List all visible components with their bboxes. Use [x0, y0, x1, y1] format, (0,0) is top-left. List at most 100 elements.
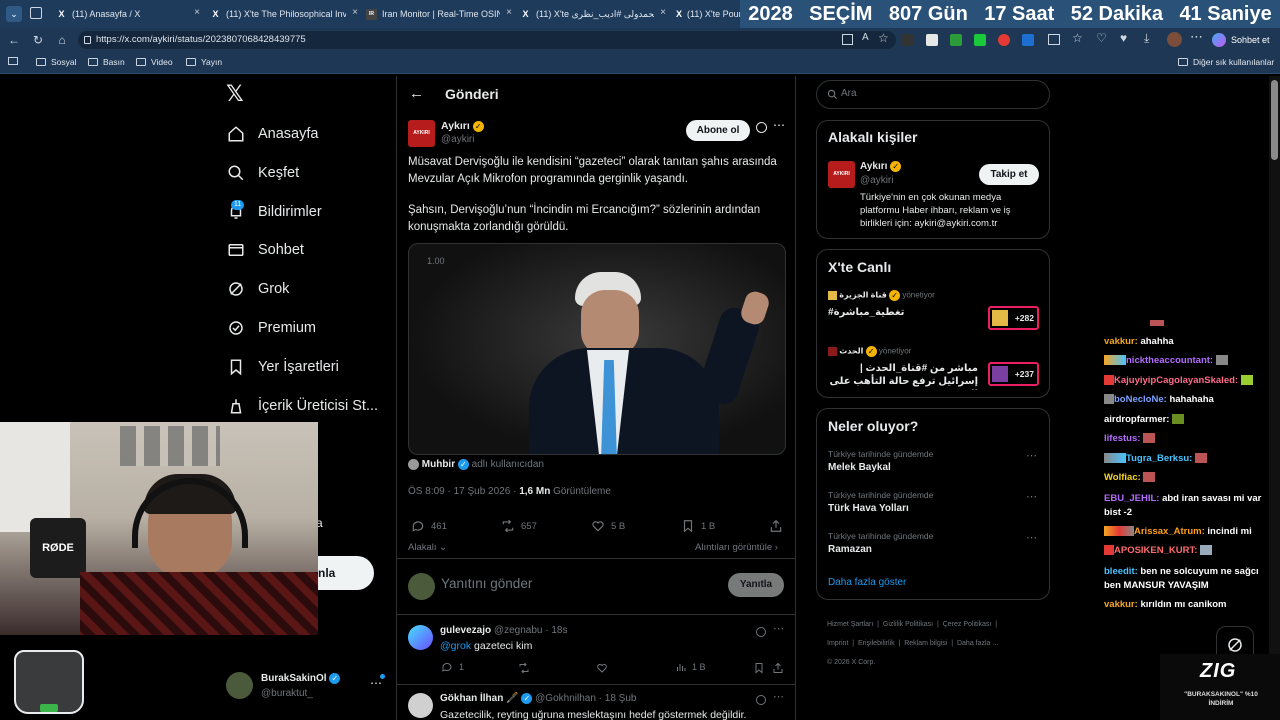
- favorites-icon[interactable]: ☆: [1072, 31, 1083, 45]
- trend-item[interactable]: Türkiye tarihinde gündemde Türk Hava Yol…: [828, 490, 1040, 524]
- search-input[interactable]: Ara: [816, 80, 1050, 109]
- browser-tab[interactable]: X (11) Anasayfa / X ×: [56, 4, 202, 24]
- split-screen-icon[interactable]: [1048, 34, 1060, 45]
- bookmarks-menu-icon[interactable]: [8, 57, 18, 65]
- follow-button[interactable]: Takip et: [979, 164, 1039, 185]
- close-tab-icon[interactable]: ×: [352, 7, 358, 18]
- more-options-icon[interactable]: ⋯: [1026, 531, 1037, 544]
- views-action[interactable]: 1 B: [675, 661, 706, 673]
- nav-item-home[interactable]: Anasayfa: [226, 120, 318, 148]
- repost-action[interactable]: 657: [501, 519, 537, 533]
- related-name-row[interactable]: Aykırı ✓: [860, 161, 902, 172]
- copilot-button[interactable]: Sohbet et: [1212, 31, 1270, 49]
- profile-avatar[interactable]: [1167, 32, 1182, 47]
- browser-tab[interactable]: IR Iran Monitor | Real-Time OSINT D ×: [366, 4, 514, 24]
- reply-button[interactable]: Yanıtla: [728, 573, 784, 597]
- heart-icon[interactable]: [596, 661, 608, 679]
- footer-link[interactable]: Gizlilik Politikası: [883, 621, 933, 628]
- bookmark-folder-yayin[interactable]: Yayın: [186, 57, 222, 67]
- related-avatar[interactable]: AYKIRI: [828, 161, 855, 188]
- workspaces-icon[interactable]: [30, 7, 42, 19]
- more-icon[interactable]: ⋯: [1190, 29, 1203, 45]
- author-avatar[interactable]: AYKIRI: [408, 120, 435, 147]
- playback-speed[interactable]: 1.00: [427, 256, 445, 266]
- x-logo-icon[interactable]: 𝕏: [226, 83, 246, 105]
- account-switcher[interactable]: BurakSakinOl ✓ @buraktut_ ⋯: [226, 670, 386, 704]
- grok-icon[interactable]: [756, 627, 766, 637]
- nav-item-bookmarks[interactable]: Yer İşaretleri: [226, 353, 339, 381]
- extension-icon[interactable]: [998, 34, 1010, 46]
- post-time[interactable]: ÖS 8:09 · 17 Şub 2026 ·: [408, 486, 516, 497]
- live-space-item[interactable]: قناة الجزيرة ✓ yönetiyor #تغطية_مباشرة +…: [828, 290, 1040, 334]
- view-quotes-link[interactable]: Alıntıları görüntüle ›: [695, 542, 778, 553]
- url-field[interactable]: https://x.com/aykiri/status/202380706842…: [78, 31, 896, 49]
- favorite-star-icon[interactable]: ☆: [878, 31, 889, 45]
- nav-item-grok[interactable]: Grok: [226, 275, 289, 303]
- video-source-row[interactable]: Muhbir ✓ adlı kullanıcıdan: [408, 459, 544, 470]
- bookmark-action[interactable]: 1 B: [681, 519, 715, 533]
- other-bookmarks[interactable]: Diğer sık kullanılanlar: [1178, 57, 1274, 67]
- reply-action[interactable]: 461: [411, 519, 447, 533]
- extension-icon[interactable]: [902, 34, 914, 46]
- close-tab-icon[interactable]: ×: [660, 7, 666, 18]
- footer-link[interactable]: Erişilebilirlik: [858, 640, 895, 647]
- share-icon[interactable]: [769, 519, 783, 538]
- more-options-icon[interactable]: ⋯: [773, 690, 784, 703]
- bookmark-folder-video[interactable]: Video: [136, 57, 173, 67]
- extension-icon[interactable]: [926, 34, 938, 46]
- author-handle[interactable]: @aykiri: [441, 134, 475, 145]
- reply-input[interactable]: Yanıtını gönder: [441, 576, 671, 596]
- author-name-row[interactable]: Aykırı ✓: [441, 120, 484, 132]
- browser-tab[interactable]: X (11) X'te The Philosophical Invest ×: [210, 4, 360, 24]
- footer-link[interactable]: Çerez Politikası: [943, 621, 992, 628]
- more-options-icon[interactable]: ⋯: [1026, 490, 1037, 503]
- nav-item-chat[interactable]: Sohbet: [226, 236, 304, 264]
- footer-link[interactable]: Daha fazla ...: [957, 640, 998, 647]
- refresh-icon[interactable]: ↻: [30, 32, 46, 48]
- repost-icon[interactable]: [518, 661, 530, 679]
- more-options-icon[interactable]: ⋯: [773, 118, 785, 132]
- read-aloud-icon[interactable]: A: [862, 32, 869, 43]
- lock-icon[interactable]: [84, 36, 91, 44]
- footer-link[interactable]: Imprint: [827, 640, 848, 647]
- bookmark-folder-sosyal[interactable]: Sosyal: [36, 57, 77, 67]
- nav-item-creator-studio[interactable]: İçerik Üreticisi St...: [226, 392, 378, 420]
- performance-icon[interactable]: ♥: [1120, 31, 1127, 45]
- related-dropdown[interactable]: Alakalı ⌄: [408, 542, 447, 553]
- home-icon[interactable]: ⌂: [54, 32, 70, 48]
- trend-item[interactable]: Türkiye tarihinde gündemde Ramazan ⋯: [828, 531, 1040, 565]
- browser-tab[interactable]: X (11) X'te محمدولی #ادیب_نظری ×: [520, 4, 668, 24]
- live-space-item[interactable]: الحدث ✓ yönetiyor مباشر من #قناة_الحدث |…: [828, 346, 1040, 392]
- tab-actions-icon[interactable]: ⌄: [6, 6, 22, 22]
- close-tab-icon[interactable]: ×: [194, 7, 200, 18]
- reply-item[interactable]: gulevezajo @zegnabu · 18s @grok gazeteci…: [397, 615, 795, 683]
- show-more-link[interactable]: Daha fazla göster: [828, 577, 906, 588]
- video-player[interactable]: 1.00: [408, 243, 786, 455]
- close-tab-icon[interactable]: ×: [506, 7, 512, 18]
- mention-link[interactable]: @grok: [440, 640, 471, 652]
- nav-item-explore[interactable]: Keşfet: [226, 159, 299, 187]
- back-icon[interactable]: ←: [6, 32, 22, 48]
- like-action[interactable]: 5 B: [591, 519, 625, 533]
- browser-tab[interactable]: X (11) X'te Pour: [676, 4, 740, 24]
- bookmark-folder-basin[interactable]: Basın: [88, 57, 125, 67]
- grid-icon[interactable]: [842, 34, 853, 45]
- extension-icon[interactable]: [950, 34, 962, 46]
- collections-icon[interactable]: ♡: [1096, 31, 1107, 45]
- back-arrow-icon[interactable]: ←: [409, 85, 424, 102]
- footer-link[interactable]: Hizmet Şartları: [827, 621, 873, 628]
- nav-item-premium[interactable]: Premium: [226, 314, 316, 342]
- reply-item[interactable]: Gökhan İlhan 🖋️ ✓ @Gokhnilhan · 18 Şub G…: [397, 685, 795, 720]
- bookmark-icon[interactable]: [753, 661, 765, 679]
- grok-icon[interactable]: [756, 695, 766, 705]
- extension-icon[interactable]: [1022, 34, 1034, 46]
- downloads-icon[interactable]: ⤓: [1144, 31, 1149, 46]
- footer-link[interactable]: Reklam bilgisi: [904, 640, 947, 647]
- more-options-icon[interactable]: ⋯: [1026, 449, 1037, 462]
- grok-icon[interactable]: [756, 122, 767, 133]
- reply-action[interactable]: 1: [441, 661, 464, 673]
- more-options-icon[interactable]: ⋯: [773, 622, 784, 635]
- share-icon[interactable]: [772, 661, 784, 679]
- trend-item[interactable]: Türkiye tarihinde gündemde Melek Baykal …: [828, 449, 1040, 483]
- scrollbar-thumb[interactable]: [1271, 80, 1278, 160]
